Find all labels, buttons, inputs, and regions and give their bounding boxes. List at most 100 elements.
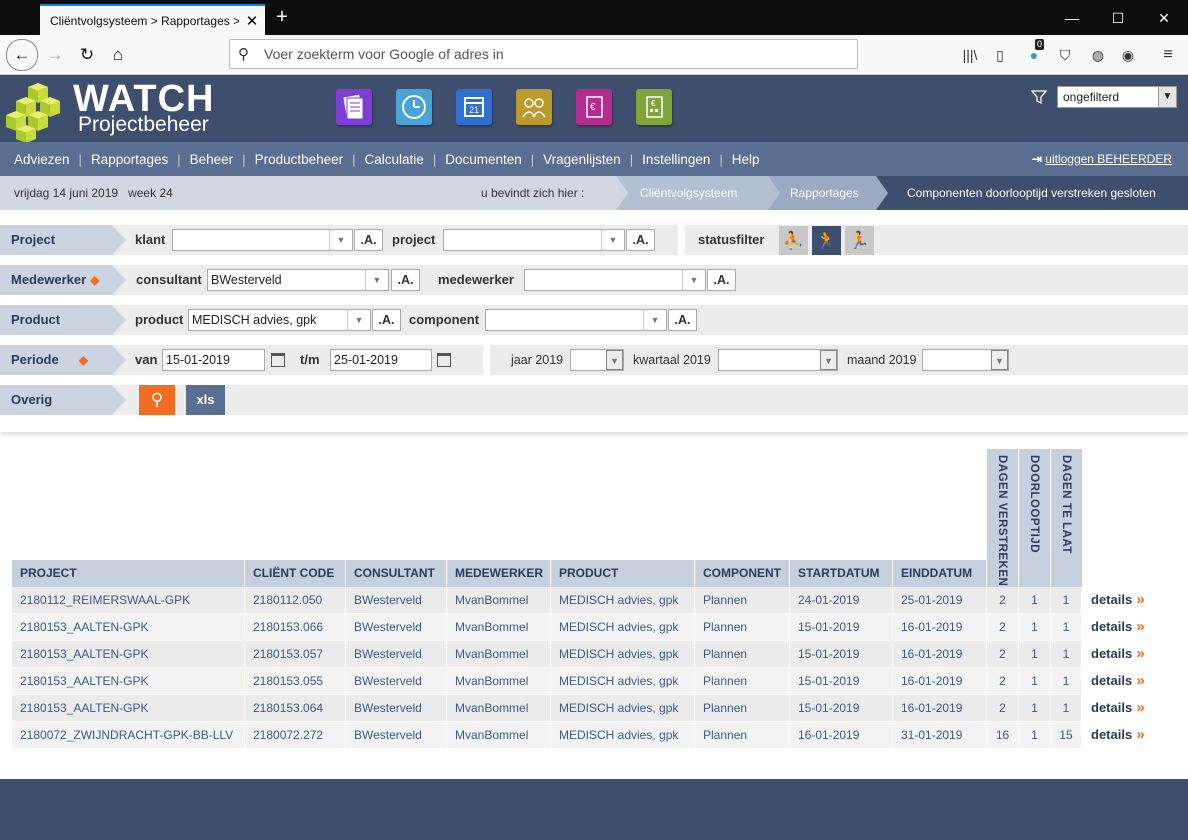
clock-app-icon[interactable] <box>396 89 432 125</box>
menu-item-instellingen[interactable]: Instellingen <box>642 152 710 167</box>
eraser-icon[interactable]: ◆ <box>90 265 99 295</box>
menu-item-productbeheer[interactable]: Productbeheer <box>255 152 344 167</box>
search-button[interactable]: ⚲ <box>139 385 175 415</box>
shield-icon[interactable]: ⛉ <box>1055 45 1075 65</box>
details-link[interactable]: details » <box>1091 614 1145 640</box>
col-header-einddatum[interactable]: EINDDATUM <box>893 560 987 587</box>
table-row[interactable]: 2180153_AALTEN-GPK 2180153.055 BWesterveld… <box>12 668 1082 694</box>
calendar-icon[interactable] <box>437 353 451 367</box>
details-link[interactable]: details » <box>1091 668 1145 694</box>
chevron-down-icon[interactable]: ▼ <box>682 270 705 290</box>
menu-item-rapportages[interactable]: Rapportages <box>91 152 168 167</box>
filter-select-value: ongefilterd <box>1063 90 1120 104</box>
project-a-button[interactable]: .A. <box>626 229 655 251</box>
maximize-icon[interactable]: ☐ <box>1108 8 1128 28</box>
breadcrumb-item-current: Componenten doorlooptijd verstreken gesl… <box>907 186 1156 200</box>
chevron-down-icon[interactable]: ▼ <box>601 230 624 250</box>
tm-date-input[interactable]: 25-01-2019 <box>330 349 432 371</box>
details-link[interactable]: details » <box>1091 641 1145 667</box>
forward-icon[interactable]: → <box>40 40 70 70</box>
account-icon[interactable]: ◉ <box>1118 45 1138 65</box>
calculator-app-icon[interactable]: € <box>636 89 672 125</box>
home-icon[interactable]: ⌂ <box>103 40 133 70</box>
col-header-client-code[interactable]: CLIËNT CODE <box>245 560 346 587</box>
back-icon[interactable]: ← <box>6 39 38 71</box>
table-cell: MEDISCH advies, gpk <box>551 722 695 748</box>
calendar-icon[interactable] <box>271 353 285 367</box>
project-input[interactable]: ▼ <box>443 229 625 251</box>
table-row[interactable]: 2180153_AALTEN-GPK 2180153.066 BWesterveld… <box>12 614 1082 640</box>
menu-icon[interactable]: ≡ <box>1158 45 1178 65</box>
table-row[interactable]: 2180153_AALTEN-GPK 2180153.064 BWesterveld… <box>12 695 1082 721</box>
jaar-select[interactable]: ▼ <box>570 349 624 371</box>
col-header-component[interactable]: COMPONENT <box>695 560 790 587</box>
close-tab-icon[interactable]: ✕ <box>239 12 265 30</box>
breadcrumb-item-clientvolgsysteem[interactable]: Cliëntvolgsysteem <box>616 176 737 210</box>
ublock-icon[interactable]: ◍ <box>1088 45 1108 65</box>
menu-item-beheer[interactable]: Beheer <box>190 152 234 167</box>
col-header-project[interactable]: PROJECT <box>12 560 245 587</box>
col-header-medewerker[interactable]: MEDEWERKER <box>447 560 551 587</box>
users-app-icon[interactable] <box>516 89 552 125</box>
consultant-a-button[interactable]: .A. <box>391 269 420 291</box>
details-link[interactable]: details » <box>1091 695 1145 721</box>
product-a-button[interactable]: .A. <box>372 309 401 331</box>
kwartaal-select[interactable]: ▼ <box>718 349 838 371</box>
divider <box>483 345 490 375</box>
medewerker-input[interactable]: ▼ <box>524 269 706 291</box>
table-cell: 1 <box>1019 695 1051 721</box>
menu-item-vragenlijsten[interactable]: Vragenlijsten <box>543 152 621 167</box>
col-header-product[interactable]: PRODUCT <box>551 560 695 587</box>
chevron-down-icon[interactable]: ▼ <box>365 270 388 290</box>
klant-input[interactable]: ▼ <box>172 229 353 251</box>
library-icon[interactable]: |||\ <box>960 45 980 65</box>
documents-app-icon[interactable] <box>336 89 372 125</box>
browser-tab[interactable]: Cliëntvolgsysteem > Rapportages > ✕ <box>40 4 265 35</box>
chevron-down-icon[interactable]: ▼ <box>347 310 370 330</box>
product-input[interactable]: MEDISCH advies, gpk ▼ <box>188 309 371 331</box>
status-open-icon[interactable]: ⛹ <box>779 226 808 255</box>
chevron-down-icon[interactable]: ▼ <box>329 230 352 250</box>
calendar-app-icon[interactable]: 21 <box>456 89 492 125</box>
consultant-input[interactable]: BWesterveld ▼ <box>207 269 389 291</box>
component-input[interactable]: ▼ <box>485 309 667 331</box>
new-tab-icon[interactable]: + <box>272 6 292 28</box>
filter-select[interactable]: ongefilterd ▼ <box>1057 86 1177 108</box>
menu-item-calculatie[interactable]: Calculatie <box>365 152 424 167</box>
status-running-icon[interactable]: 🏃 <box>812 226 841 255</box>
logout-link[interactable]: ⇥ uitloggen BEHEERDER <box>1032 142 1172 176</box>
table-cell: 2 <box>987 641 1019 667</box>
reload-icon[interactable]: ↻ <box>72 40 102 70</box>
klant-a-button[interactable]: .A. <box>354 229 383 251</box>
sidebar-icon[interactable]: ▯ <box>990 45 1010 65</box>
close-window-icon[interactable]: ✕ <box>1154 8 1174 28</box>
col-header-doorlooptijd[interactable]: DOORLOOPTIJD <box>1019 449 1051 587</box>
eraser-icon[interactable]: ◆ <box>79 345 88 375</box>
menu-item-documenten[interactable]: Documenten <box>445 152 522 167</box>
minimize-icon[interactable]: — <box>1062 8 1082 28</box>
xls-export-button[interactable]: xls <box>186 385 225 415</box>
col-header-dagen-te-laat[interactable]: DAGEN TE LAAT <box>1051 449 1083 587</box>
table-row[interactable]: 2180153_AALTEN-GPK 2180153.057 BWesterveld… <box>12 641 1082 667</box>
menu-item-help[interactable]: Help <box>732 152 760 167</box>
table-row[interactable]: 2180112_REIMERSWAAL-GPK 2180112.050 BWeste… <box>12 587 1082 613</box>
col-header-consultant[interactable]: CONSULTANT <box>346 560 447 587</box>
component-a-button[interactable]: .A. <box>668 309 697 331</box>
details-link[interactable]: details » <box>1091 587 1145 613</box>
col-header-startdatum[interactable]: STARTDATUM <box>790 560 893 587</box>
filter-row-product: Product product MEDISCH advies, gpk ▼ .A.… <box>0 305 1188 335</box>
breadcrumb-item-rapportages[interactable]: Rapportages <box>766 176 859 210</box>
table-row[interactable]: 2180072_ZWIJNDRACHT-GPK-BB-LLV 2180072.27… <box>12 722 1082 748</box>
col-header-dagen-verstreken[interactable]: DAGEN VERSTREKEN <box>987 449 1019 587</box>
maand-select[interactable]: ▼ <box>922 349 1009 371</box>
extension-ghost-icon[interactable]: ● 0 <box>1024 39 1045 65</box>
status-finished-icon[interactable]: 🏃 <box>845 226 874 255</box>
menu-item-adviezen[interactable]: Adviezen <box>14 152 70 167</box>
van-date-input[interactable]: 15-01-2019 <box>162 349 265 371</box>
url-bar[interactable]: ⚲ Voer zoekterm voor Google of adres in <box>229 39 858 69</box>
medewerker-a-button[interactable]: .A. <box>707 269 736 291</box>
details-link[interactable]: details » <box>1091 722 1145 748</box>
table-cell: 16-01-2019 <box>893 695 987 721</box>
invoice-app-icon[interactable]: € <box>576 89 612 125</box>
chevron-down-icon[interactable]: ▼ <box>643 310 666 330</box>
